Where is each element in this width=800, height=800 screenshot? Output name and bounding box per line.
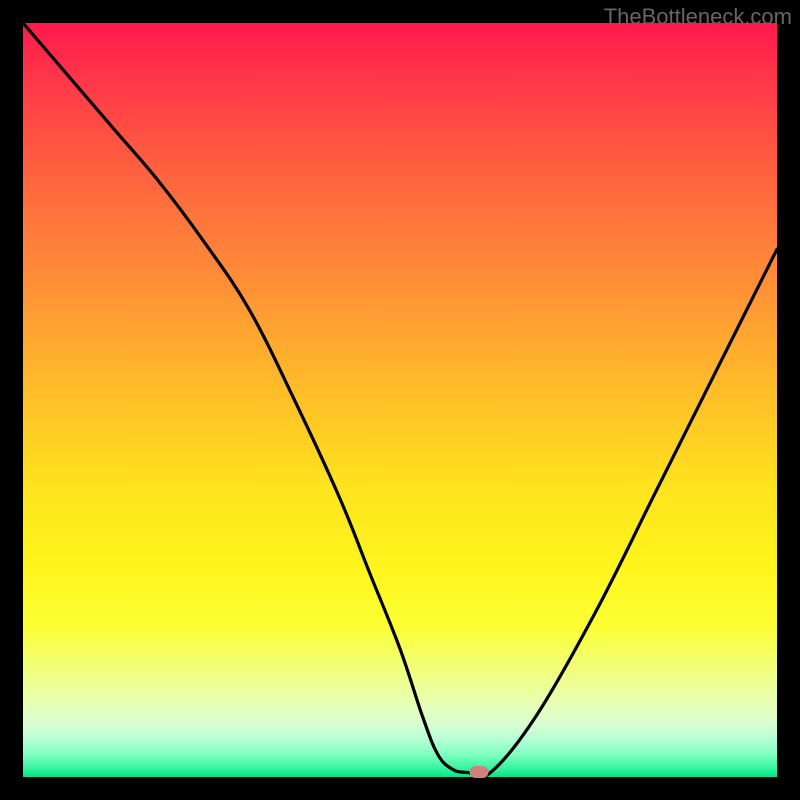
bottleneck-curve-path [23,23,777,777]
watermark-text: TheBottleneck.com [604,4,792,30]
bottleneck-chart [23,23,777,777]
optimal-point-marker [470,766,489,778]
chart-curve-svg [23,23,777,777]
